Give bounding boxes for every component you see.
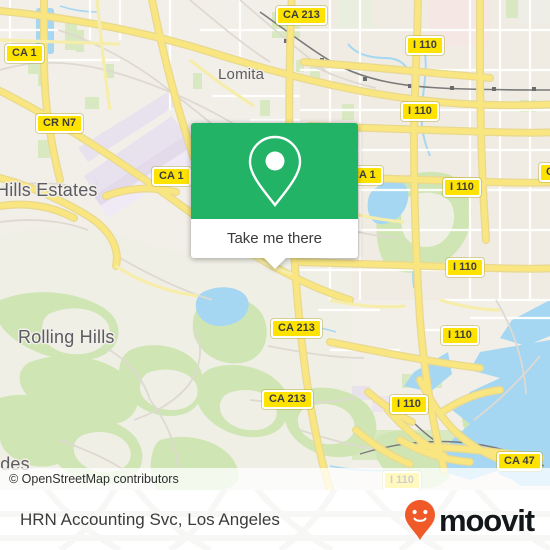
highway-shield-ca-213[interactable]: CA 213 (262, 390, 313, 409)
highway-shield-partial-right[interactable]: C (539, 163, 550, 182)
moovit-wordmark: moovit (438, 502, 535, 538)
popup-pointer (262, 257, 287, 269)
highway-shield-i-110[interactable]: I 110 (441, 326, 479, 345)
map-pin-icon (248, 135, 301, 207)
map-attribution[interactable]: © OpenStreetMap contributors (0, 468, 550, 490)
highway-shield-i-110[interactable]: I 110 (446, 258, 484, 277)
highway-shield-ca-1[interactable]: CA 1 (5, 44, 44, 63)
map-screen: Lomita Hills Estates Rolling Hills rdes … (0, 0, 550, 550)
take-me-there-label: Take me there (226, 230, 323, 247)
highway-shield-ca-213[interactable]: CA 213 (276, 6, 327, 25)
moovit-logo[interactable]: moovit (404, 490, 535, 550)
location-popup[interactable]: Take me there (191, 123, 358, 269)
page-title: HRN Accounting Svc, Los Angeles (20, 510, 280, 529)
highway-shield-cr-n7[interactable]: CR N7 (36, 114, 84, 133)
popup-footer[interactable]: Take me there (191, 219, 358, 269)
highway-shield-i-110[interactable]: I 110 (443, 178, 481, 197)
highway-shield-i-110[interactable]: I 110 (406, 36, 444, 55)
footer-bar: HRN Accounting Svc, Los Angeles moovit (0, 490, 550, 550)
highway-shield-i-110[interactable]: I 110 (390, 395, 428, 414)
highway-shield-ca-213[interactable]: CA 213 (271, 319, 322, 338)
map-canvas[interactable]: Lomita Hills Estates Rolling Hills rdes … (0, 0, 550, 490)
highway-shield-i-110[interactable]: I 110 (401, 102, 439, 121)
moovit-smiley-pin-icon (404, 500, 435, 540)
popup-header (191, 123, 358, 219)
highway-shield-ca-1[interactable]: CA 1 (152, 167, 191, 186)
